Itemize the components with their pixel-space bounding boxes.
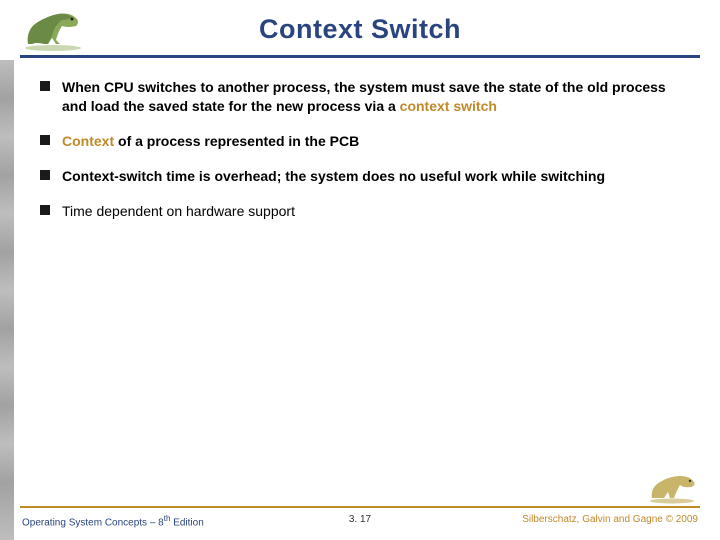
footer-divider xyxy=(20,506,700,508)
bullet-text-pre: Time dependent on hardware support xyxy=(62,203,295,219)
bullet-item: Context-switch time is overhead; the sys… xyxy=(40,167,690,186)
bullet-item: Time dependent on hardware support xyxy=(40,202,690,221)
bullet-item: When CPU switches to another process, th… xyxy=(40,78,690,116)
footer-copyright: Silberschatz, Galvin and Gagne © 2009 xyxy=(522,514,698,525)
dinosaur-small-icon xyxy=(646,470,698,504)
slide-header: Context Switch xyxy=(0,0,720,58)
slide-footer: Operating System Concepts – 8th Edition … xyxy=(0,506,720,532)
bullet-highlight: Context xyxy=(62,133,114,149)
bullet-text-pre: When CPU switches to another process, th… xyxy=(62,79,666,114)
header-divider xyxy=(20,55,700,58)
bullet-text-post: of a process represented in the PCB xyxy=(114,133,359,149)
bullet-item: Context of a process represented in the … xyxy=(40,132,690,151)
bullet-text-pre: Context-switch time is overhead; the sys… xyxy=(62,168,605,184)
bullet-highlight: context switch xyxy=(400,98,497,114)
decorative-left-strip xyxy=(0,60,14,540)
slide-title: Context Switch xyxy=(0,14,720,45)
slide-content: When CPU switches to another process, th… xyxy=(40,78,690,236)
